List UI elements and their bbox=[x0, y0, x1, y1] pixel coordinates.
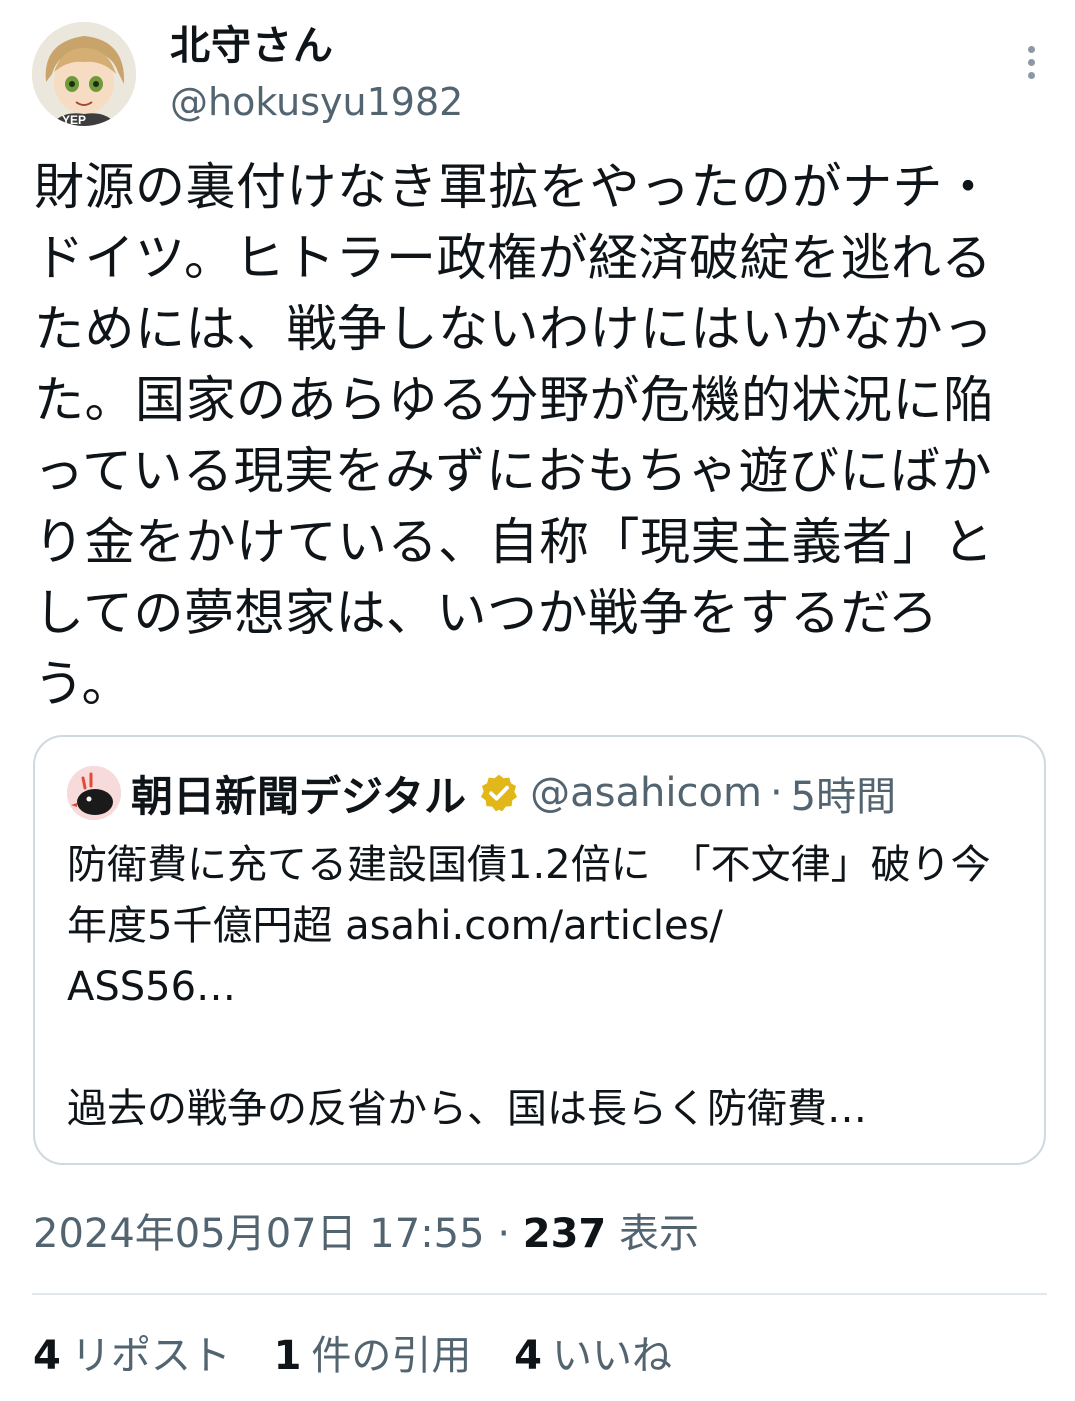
quote-separator: · bbox=[769, 770, 783, 816]
user-names: 北守さん @hokusyu1982 bbox=[170, 22, 463, 128]
quote-avatar[interactable] bbox=[67, 766, 121, 820]
more-dot bbox=[1027, 72, 1035, 79]
stat-count: 4 bbox=[514, 1333, 542, 1379]
stat-likes[interactable]: 4 いいね bbox=[514, 1328, 672, 1384]
tweet-timestamp[interactable]: 2024年05月07日 17:55 bbox=[33, 1211, 485, 1257]
stat-count: 4 bbox=[33, 1333, 61, 1379]
tweet-header: YEP 北守さん @hokusyu1982 bbox=[32, 22, 1043, 128]
stat-label: 件の引用 bbox=[311, 1333, 472, 1379]
tweet-meta: 2024年05月07日 17:55 · 237 表示 bbox=[33, 1206, 699, 1262]
stat-label: いいね bbox=[551, 1333, 672, 1379]
quote-header: 朝日新聞デジタル @asahicom · 5時間 bbox=[67, 765, 896, 821]
verified-badge-icon bbox=[481, 774, 518, 812]
quote-time[interactable]: 5時間 bbox=[791, 764, 896, 822]
meta-separator: · bbox=[497, 1211, 511, 1257]
divider bbox=[32, 1293, 1047, 1295]
display-name[interactable]: 北守さん bbox=[170, 22, 463, 70]
tweet-stats: 4 リポスト 1 件の引用 4 いいね bbox=[33, 1328, 702, 1384]
more-dot bbox=[1027, 46, 1035, 53]
quote-handle[interactable]: @asahicom bbox=[530, 770, 762, 816]
stat-reposts[interactable]: 4 リポスト bbox=[33, 1328, 231, 1384]
avatar-badge-text: YEP bbox=[62, 113, 86, 126]
bird-avatar-icon bbox=[67, 766, 121, 820]
stat-quotes[interactable]: 1 件の引用 bbox=[274, 1328, 472, 1384]
views-count: 237 bbox=[522, 1211, 607, 1257]
more-vertical-icon[interactable] bbox=[1019, 46, 1043, 86]
stat-count: 1 bbox=[273, 1333, 302, 1379]
quote-tweet-card[interactable]: 朝日新聞デジタル @asahicom · 5時間 防衛費に充てる建設国債1.2倍… bbox=[33, 735, 1046, 1165]
stat-label: リポスト bbox=[70, 1333, 231, 1379]
more-dot bbox=[1027, 59, 1035, 66]
quote-display-name[interactable]: 朝日新聞デジタル bbox=[131, 763, 466, 824]
anime-avatar-icon: YEP bbox=[32, 22, 136, 126]
user-handle[interactable]: @hokusyu1982 bbox=[170, 76, 463, 128]
quote-body: 防衛費に充てる建設国債1.2倍に 「不文律」破り今年度5千億円超 asahi.c… bbox=[67, 842, 991, 1132]
views-label: 表示 bbox=[618, 1211, 699, 1257]
user-avatar[interactable]: YEP bbox=[32, 22, 136, 126]
tweet-text: 財源の裏付けなき軍拡をやったのがナチ・ドイツ。ヒトラー政権が経済破綻を逃れるため… bbox=[34, 158, 994, 713]
